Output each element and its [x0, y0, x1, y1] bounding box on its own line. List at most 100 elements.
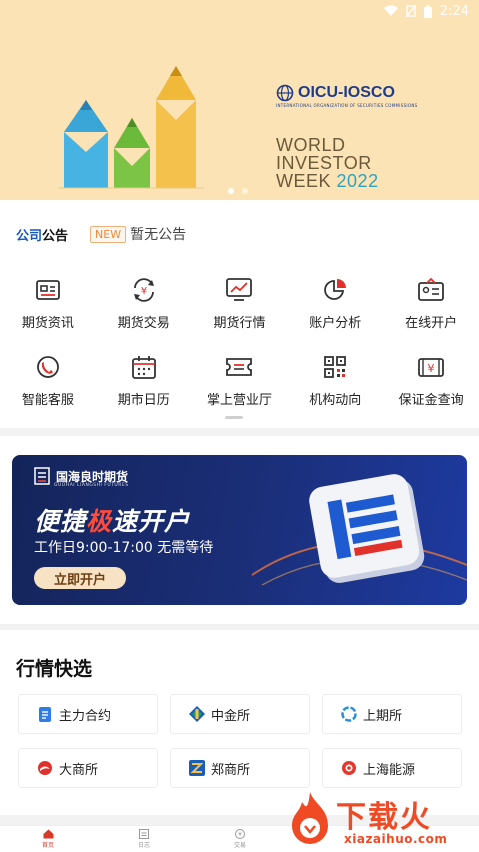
menu-label: 期货交易	[117, 316, 170, 331]
section-title: 行情快选	[16, 658, 93, 680]
news-icon	[34, 276, 62, 304]
ine-icon	[341, 760, 357, 776]
log-icon	[139, 829, 149, 839]
menu-item-futures-quotes[interactable]: 期货行情	[192, 276, 288, 331]
nav-trade[interactable]: ¥ 交易	[192, 826, 288, 852]
status-bar: 2:24	[383, 0, 479, 22]
menu-item-margin-query[interactable]: ¥ 保证金查询	[383, 353, 479, 408]
brand-name-en: GUOHAI LIANGSHI FUTURES	[54, 483, 129, 488]
menu-label: 机构动向	[309, 393, 362, 408]
quick-item-czce[interactable]: 郑商所	[170, 748, 310, 788]
menu-item-smart-service[interactable]: 智能客服	[0, 353, 96, 408]
company-notice[interactable]: 公司公告 NEW 暂无公告	[16, 224, 186, 244]
cffex-icon	[189, 706, 205, 722]
notice-text: 暂无公告	[130, 227, 187, 243]
main-card: 公司公告 NEW 暂无公告 期货资讯 ¥ 期货交易 期货行情 账户分析 在线开户…	[0, 200, 479, 428]
menu-item-online-account[interactable]: 在线开户	[383, 276, 479, 331]
promo-section: 国海良时期货 GUOHAI LIANGSHI FUTURES 便捷极速开户 工作…	[0, 436, 479, 624]
svg-text:¥: ¥	[428, 362, 435, 375]
status-time: 2:24	[439, 3, 469, 19]
menu-label: 保证金查询	[398, 393, 464, 408]
svg-text:¥: ¥	[238, 832, 242, 839]
quick-item-main-contract[interactable]: 主力合约	[18, 694, 158, 734]
world-investor-week-text: WORLD INVESTOR WEEK 2022	[276, 136, 379, 190]
quick-item-label: 上海能源	[363, 762, 416, 778]
carousel-dot[interactable]	[242, 188, 248, 194]
carousel-dot[interactable]	[228, 188, 234, 194]
menu-label: 期货资讯	[21, 316, 74, 331]
quick-item-dce[interactable]: 大商所	[18, 748, 158, 788]
quick-item-cffex[interactable]: 中金所	[170, 694, 310, 734]
quick-item-label: 主力合约	[59, 708, 112, 724]
promo-banner[interactable]: 国海良时期货 GUOHAI LIANGSHI FUTURES 便捷极速开户 工作…	[12, 455, 467, 605]
quick-item-label: 郑商所	[211, 762, 251, 778]
quick-item-label: 上期所	[363, 708, 403, 724]
menu-item-futures-trading[interactable]: ¥ 期货交易	[96, 276, 192, 331]
function-menu: 期货资讯 ¥ 期货交易 期货行情 账户分析 在线开户 智能客服 期市日历 掌上营	[0, 276, 479, 408]
line-investor: INVESTOR	[276, 153, 372, 173]
guohai-logo-icon	[34, 467, 50, 485]
menu-label: 掌上营业厅	[206, 393, 272, 408]
oicu-logo: OICU-IOSCO	[276, 84, 395, 102]
nav-home[interactable]: 首页	[0, 826, 96, 852]
year: 2022	[336, 171, 379, 191]
new-badge: NEW	[90, 225, 127, 243]
trade-icon: ¥	[235, 829, 245, 839]
id-card-icon	[417, 276, 445, 304]
guohai-logo: 国海良时期货 GUOHAI LIANGSHI FUTURES	[34, 467, 129, 488]
notice-title: 公司公告	[16, 228, 69, 244]
dce-icon	[37, 760, 53, 776]
no-sim-icon	[405, 5, 416, 17]
menu-label: 智能客服	[21, 393, 74, 408]
menu-label: 账户分析	[309, 316, 362, 331]
fire-logo-icon	[292, 792, 328, 844]
oicu-subtitle: INTERNATIONAL ORGANIZATION OF SECURITIES…	[276, 103, 418, 108]
globe-icon	[276, 84, 294, 102]
shfe-icon	[341, 706, 357, 722]
nav-label: 首页	[41, 842, 54, 849]
line-week: WEEK 2022	[276, 171, 379, 191]
phone-icon	[34, 353, 62, 381]
menu-item-market-calendar[interactable]: 期市日历	[96, 353, 192, 408]
ticket-icon	[225, 353, 253, 381]
exchange-grid: 主力合约 中金所 上期所 大商所 郑商所 上海能源	[18, 694, 462, 788]
line-world: WORLD	[276, 135, 346, 155]
open-account-button[interactable]: 立即开户	[34, 567, 126, 589]
wifi-icon	[383, 5, 398, 16]
quick-item-ine[interactable]: 上海能源	[322, 748, 462, 788]
menu-item-mobile-hall[interactable]: 掌上营业厅	[192, 353, 288, 408]
watermark: 下载火 xiazaihuo.com	[284, 788, 479, 851]
menu-label: 期市日历	[117, 393, 170, 408]
watermark-url: xiazaihuo.com	[344, 832, 448, 846]
menu-item-institution-trends[interactable]: 机构动向	[287, 353, 383, 408]
quick-item-label: 中金所	[211, 708, 251, 724]
logo-tile-illustration	[309, 474, 425, 583]
czce-icon	[189, 760, 205, 776]
watermark-text: 下载火	[336, 800, 432, 835]
qr-code-icon	[321, 353, 349, 381]
svg-text:¥: ¥	[141, 286, 147, 297]
menu-item-account-analysis[interactable]: 账户分析	[287, 276, 383, 331]
nav-log[interactable]: 日志	[96, 826, 192, 852]
chart-monitor-icon	[225, 276, 253, 304]
carousel-dots	[228, 188, 248, 194]
quick-item-shfe[interactable]: 上期所	[322, 694, 462, 734]
promo-title: 便捷极速开户	[34, 507, 191, 536]
calendar-icon	[130, 353, 158, 381]
menu-label: 期货行情	[213, 316, 266, 331]
top-banner[interactable]: 2:24 OICU-IOSCO INTERNATIONAL ORGANIZATI…	[0, 0, 479, 200]
menu-page-indicator	[225, 416, 243, 419]
yuan-bill-icon: ¥	[417, 353, 445, 381]
brand-name: 国海良时期货	[56, 469, 129, 484]
contract-icon	[37, 706, 53, 722]
oicu-name: OICU-IOSCO	[298, 84, 395, 101]
pie-chart-icon	[321, 276, 349, 304]
nav-label: 日志	[137, 842, 150, 849]
menu-item-futures-news[interactable]: 期货资讯	[0, 276, 96, 331]
battery-icon	[423, 4, 432, 18]
nav-label: 交易	[233, 842, 246, 849]
promo-subtitle: 工作日9:00-17:00 无需等待	[34, 540, 214, 556]
yuan-exchange-icon: ¥	[130, 276, 158, 304]
menu-label: 在线开户	[405, 316, 458, 331]
pencils-illustration	[58, 66, 204, 189]
